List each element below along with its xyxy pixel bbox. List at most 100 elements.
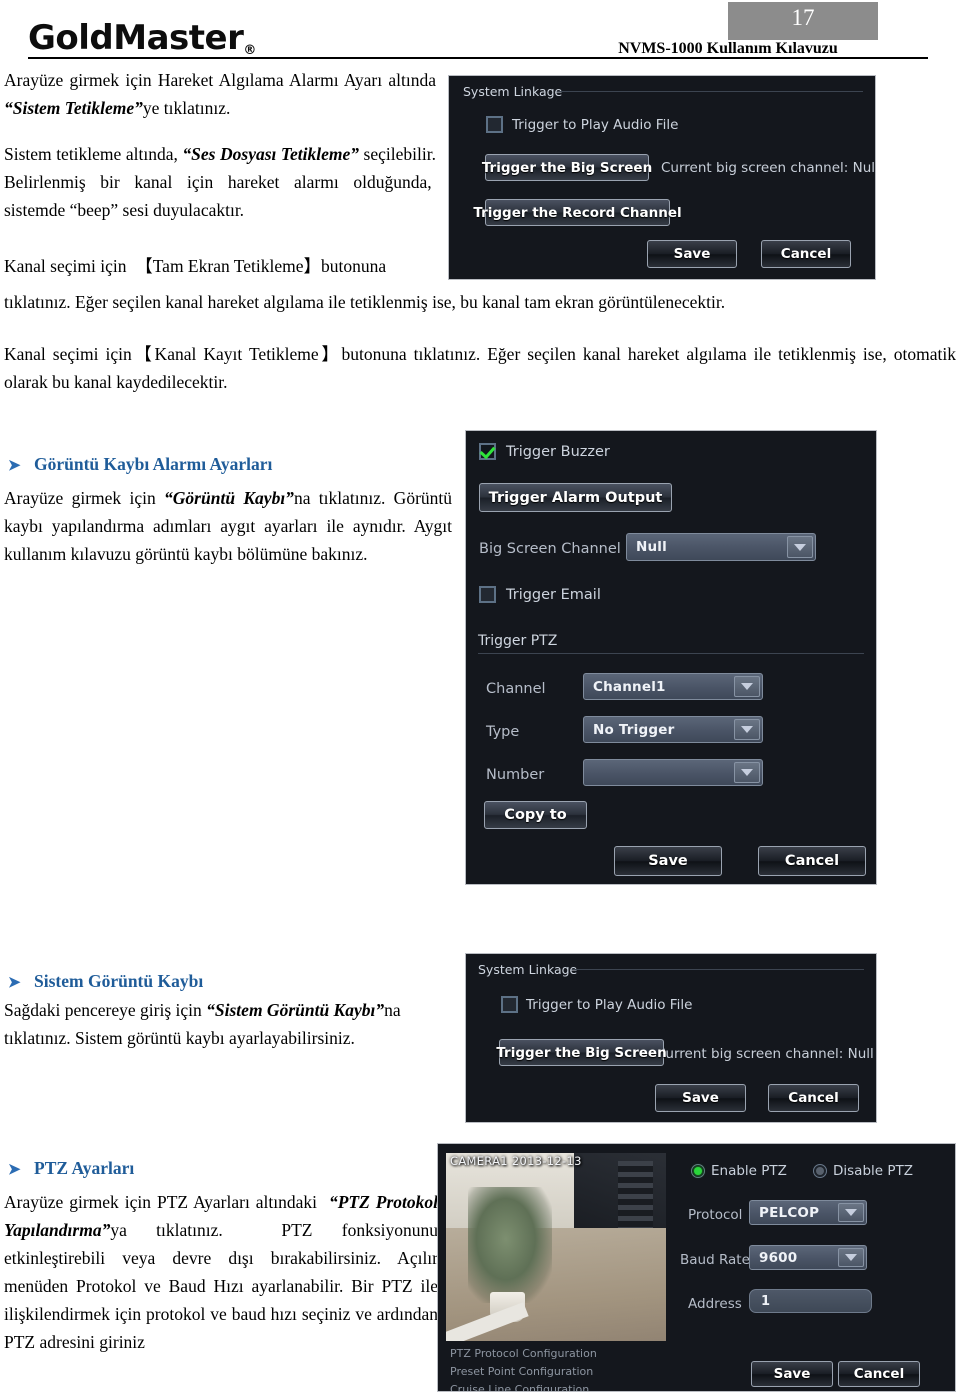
big-screen-channel-status-bottom: Current big screen channel: Null [656, 1046, 874, 1062]
intro-paragraph-2: Sistem tetikleme altında, “Ses Dosyası T… [4, 140, 436, 224]
header-divider [28, 57, 928, 59]
chevron-down-icon-type[interactable] [734, 719, 760, 740]
disable-ptz-label: Disable PTZ [833, 1163, 914, 1179]
group-title-system-linkage: System Linkage [463, 84, 563, 99]
trigger-record-channel-button[interactable]: Trigger the Record Channel [473, 199, 682, 226]
bullet-arrow-icon-2: ➤ [8, 975, 21, 991]
ptz-settings-paragraph: Arayüze girmek için PTZ Ayarları altında… [4, 1188, 438, 1356]
protocol-dropdown[interactable]: PELCOP [749, 1200, 867, 1225]
nav-ptz-protocol-configuration[interactable]: PTZ Protocol Configuration [450, 1347, 597, 1360]
ptz-type-label: Type [486, 724, 520, 740]
cancel-button-linkage-top[interactable]: Cancel [761, 240, 851, 268]
manual-title: NVMS-1000 Kullanım Kılavuzu [618, 40, 838, 57]
nav-preset-point-configuration[interactable]: Preset Point Configuration [450, 1365, 593, 1378]
cancel-button-ptz[interactable]: Cancel [838, 1361, 920, 1387]
section-heading-text-3: PTZ Ayarları [34, 1158, 135, 1178]
address-label: Address [688, 1296, 742, 1312]
big-screen-channel-label: Big Screen Channel [479, 541, 621, 557]
baud-rate-dropdown[interactable]: 9600 [749, 1245, 867, 1270]
intro-paragraph-1: Arayüze girmek için Hareket Algılama Ala… [4, 66, 436, 122]
save-button-linkage-top[interactable]: Save [647, 240, 737, 268]
ptz-settings-text: Arayüze girmek için PTZ Ayarları altında… [4, 1188, 438, 1356]
camera-osd-label: CAMERA1 2013-12-13 [450, 1154, 582, 1168]
group-title-rule [557, 91, 863, 92]
disable-ptz-radio[interactable] [813, 1164, 827, 1178]
trigger-audio-file-label: Trigger to Play Audio File [512, 117, 679, 133]
trigger-big-screen-button-bottom[interactable]: Trigger the Big Screen [496, 1039, 667, 1066]
trigger-audio-file-checkbox[interactable] [486, 116, 503, 133]
video-loss-alarm-paragraph: Arayüze girmek için “Görüntü Kaybı”na tı… [4, 484, 452, 568]
fullscreen-trigger-text: tıklatınız. Eğer seçilen kanal hareket a… [4, 292, 726, 312]
address-input[interactable]: 1 [749, 1289, 872, 1313]
protocol-label: Protocol [688, 1207, 743, 1223]
ptz-type-dropdown[interactable]: No Trigger [583, 716, 763, 743]
trigger-buzzer-label: Trigger Buzzer [506, 444, 610, 460]
vl-lead: Arayüze girmek için [4, 488, 165, 508]
big-screen-channel-value: Null [636, 539, 667, 555]
protocol-value: PELCOP [759, 1204, 820, 1221]
ptz-channel-value: Channel1 [593, 678, 666, 695]
logo-text: GoldMaster [28, 18, 244, 58]
camera-plant [468, 1186, 552, 1304]
trigger-alarm-output-button[interactable]: Trigger Alarm Output [479, 483, 672, 512]
chevron-down-icon-protocol[interactable] [838, 1203, 864, 1222]
video-loss-linkage-panel: Trigger Buzzer Trigger Alarm Output Big … [465, 430, 877, 885]
chevron-down-icon-big-screen[interactable] [787, 536, 813, 558]
chevron-down-icon-baud[interactable] [838, 1248, 864, 1267]
group-title-trigger-ptz: Trigger PTZ [478, 633, 558, 649]
system-video-loss-paragraph: Sağdaki pencereye giriş için “Sistem Gör… [4, 996, 452, 1052]
document-page: GoldMaster® 17 NVMS-1000 Kullanım Kılavu… [0, 0, 960, 1392]
nav-cruise-line-configuration[interactable]: Cruise Line Configuration [450, 1383, 589, 1391]
camera-preview[interactable] [446, 1153, 666, 1341]
system-video-loss-text: Sağdaki pencereye giriş için “Sistem Gör… [4, 996, 452, 1052]
svl-emphasis: “Sistem Görüntü Kaybı” [206, 1000, 385, 1020]
save-button-video-loss[interactable]: Save [614, 846, 722, 876]
intro-paragraph-3-part: Kanal seçimi için 【Tam Ekran Tetikleme】b… [4, 256, 387, 276]
bullet-arrow-icon: ➤ [8, 458, 21, 474]
ptz-configuration-panel: CAMERA1 2013-12-13 Enable PTZ Disable PT… [437, 1143, 956, 1392]
ptz-number-label: Number [486, 767, 545, 783]
chevron-down-icon-number[interactable] [734, 762, 760, 783]
vl-emphasis: “Görüntü Kaybı” [164, 488, 294, 508]
section-heading-text-2: Sistem Görüntü Kaybı [34, 971, 204, 991]
registered-mark-icon: ® [243, 43, 256, 58]
ptz-channel-label: Channel [486, 681, 546, 697]
trigger-big-screen-button[interactable]: Trigger the Big Screen [482, 154, 652, 181]
group-title-system-linkage-bottom: System Linkage [478, 962, 578, 977]
save-button-ptz[interactable]: Save [751, 1361, 833, 1387]
enable-ptz-radio[interactable] [691, 1164, 705, 1178]
trigger-ptz-rule [478, 653, 864, 654]
enable-ptz-label: Enable PTZ [711, 1163, 787, 1179]
record-trigger-paragraph: Kanal seçimi için【Kanal Kayıt Tetikleme】… [4, 340, 956, 396]
fullscreen-trigger-paragraph: tıklatınız. Eğer seçilen kanal hareket a… [4, 288, 956, 316]
trigger-buzzer-checkbox[interactable] [479, 443, 496, 460]
bullet-arrow-icon-3: ➤ [8, 1162, 21, 1178]
page-header: GoldMaster® 17 NVMS-1000 Kullanım Kılavu… [0, 0, 960, 62]
cancel-button-linkage-bottom[interactable]: Cancel [768, 1084, 859, 1112]
video-loss-alarm-text: Arayüze girmek için “Görüntü Kaybı”na tı… [4, 484, 452, 568]
page-number-badge: 17 [728, 2, 878, 40]
big-screen-channel-status: Current big screen channel: Null [661, 160, 876, 176]
system-linkage-panel-top: System Linkage Trigger to Play Audio Fil… [448, 75, 876, 280]
copy-to-button[interactable]: Copy to [484, 801, 587, 829]
big-screen-channel-dropdown[interactable]: Null [626, 533, 816, 561]
page-number: 17 [791, 5, 815, 30]
goldmaster-logo: GoldMaster® [28, 18, 256, 58]
system-linkage-panel-bottom: System Linkage Trigger to Play Audio Fil… [465, 953, 877, 1123]
intro-p1-emphasis: “Sistem Tetikleme” [4, 98, 143, 118]
chevron-down-icon-channel[interactable] [734, 676, 760, 697]
trigger-email-label: Trigger Email [506, 587, 601, 603]
intro-p2-lead: Sistem tetikleme altında, [4, 144, 183, 164]
cancel-button-video-loss[interactable]: Cancel [758, 846, 866, 876]
ptz-type-value: No Trigger [593, 721, 675, 738]
trigger-audio-file-label-bottom: Trigger to Play Audio File [526, 997, 693, 1013]
save-button-linkage-bottom[interactable]: Save [655, 1084, 746, 1112]
trigger-audio-file-checkbox-bottom[interactable] [501, 996, 518, 1013]
trigger-email-checkbox[interactable] [479, 586, 496, 603]
ptz-number-dropdown[interactable] [583, 759, 763, 786]
baud-rate-label: Baud Rate [680, 1252, 750, 1268]
intro-p1-lead: Arayüze girmek için Hareket Algılama Ala… [4, 70, 436, 90]
ptz-lead: Arayüze girmek için PTZ Ayarları altında… [4, 1192, 329, 1212]
intro-text-block: Arayüze girmek için Hareket Algılama Ala… [4, 66, 436, 224]
ptz-channel-dropdown[interactable]: Channel1 [583, 673, 763, 700]
